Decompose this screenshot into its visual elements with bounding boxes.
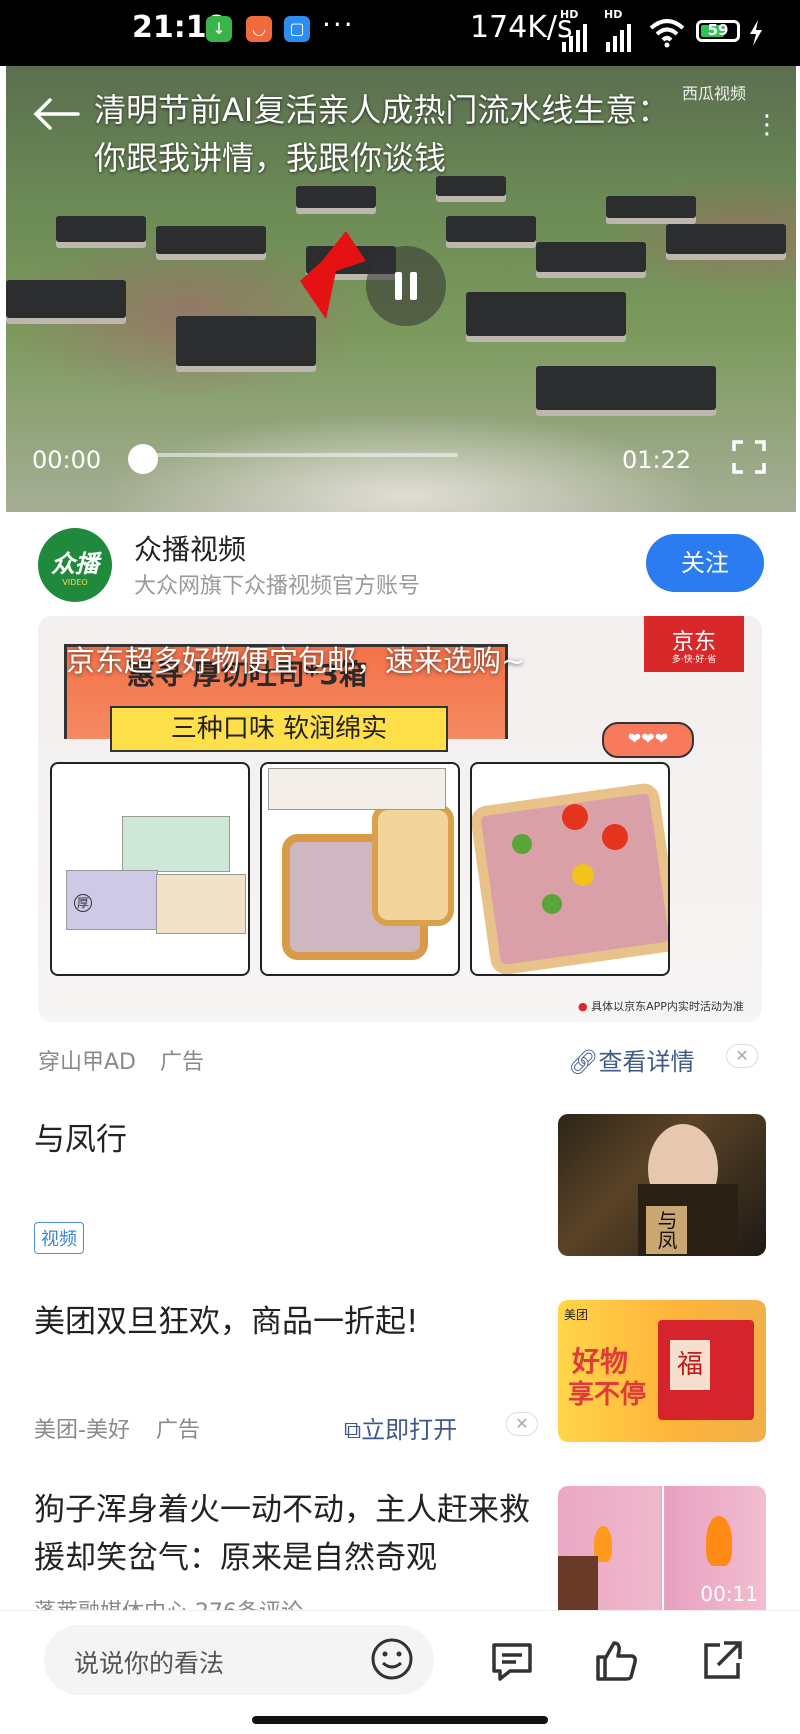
video-watermark: 西瓜视频 <box>682 84 747 103</box>
fullscreen-icon[interactable] <box>732 440 766 474</box>
download-app-icon: ↓ <box>206 16 232 42</box>
ad-label: 广告 <box>160 1050 205 1075</box>
close-ad-button[interactable]: ✕ <box>506 1412 538 1436</box>
link-icon: 🔗︎ <box>568 1048 599 1076</box>
avatar-text: 众播 <box>51 550 99 578</box>
pause-button[interactable] <box>366 246 446 326</box>
thumb-brand: 美团 <box>564 1308 589 1322</box>
video-player[interactable]: 清明节前AI复活亲人成热门流水线生意：你跟我讲情，我跟你谈钱 西瓜视频 ⋮ 00… <box>6 66 796 512</box>
ad-source: 美团-美好 <box>34 1418 130 1443</box>
video-title: 清明节前AI复活亲人成热门流水线生意：你跟我讲情，我跟你谈钱 <box>94 91 670 177</box>
back-arrow-icon[interactable] <box>30 94 80 134</box>
open-icon: ⧉ <box>344 1416 362 1444</box>
thumb-caption: 与凤 <box>646 1206 687 1254</box>
network-speed: 174K/s <box>470 10 573 45</box>
bottom-bar: 说说你的看法 <box>0 1610 800 1734</box>
toast-vegetables-panel <box>470 762 670 976</box>
account-description: 大众网旗下众播视频官方账号 <box>134 574 421 599</box>
comment-icon[interactable] <box>488 1637 536 1685</box>
box-label: 厚 <box>74 894 92 912</box>
thumb-fu: 福 <box>670 1340 710 1390</box>
follow-button[interactable]: 关注 <box>646 534 764 592</box>
avatar-subtext: VIDEO <box>62 578 88 587</box>
duration: 01:22 <box>622 446 692 474</box>
thumb-text-2: 享不停 <box>568 1380 647 1410</box>
shopping-app-icon: ◡ <box>246 16 272 42</box>
red-flag-image <box>300 231 366 319</box>
ad-note: ● 具体以京东APP内实时活动为准 <box>578 1000 744 1013</box>
feed-item-thumbnail[interactable]: 00:11 <box>558 1486 766 1610</box>
open-app-link[interactable]: ⧉立即打开 <box>344 1410 457 1445</box>
share-icon[interactable] <box>698 1637 746 1685</box>
view-details-link[interactable]: 🔗︎查看详情 <box>568 1042 694 1077</box>
comment-input[interactable]: 说说你的看法 <box>44 1625 434 1695</box>
ad-source: 穿山甲AD <box>38 1050 136 1075</box>
feed-item-title[interactable]: 狗子浑身着火一动不动，主人赶来救援却笑岔气：原来是自然奇观 <box>34 1486 544 1582</box>
bread-boxes-panel: 厚 <box>50 762 250 976</box>
jd-logo: 京东 多·快·好·省 <box>644 616 744 672</box>
current-time: 00:00 <box>32 446 102 474</box>
battery-icon: 59 <box>696 20 740 42</box>
battery-level: 59 <box>707 21 729 39</box>
feed-item-thumbnail[interactable]: 美团 好物 享不停 福 <box>558 1300 766 1442</box>
status-bar: 21:19 ↓ ◡ ▢ ··· 174K/s HD HD 59 <box>0 0 800 66</box>
charging-icon <box>750 20 762 46</box>
video-duration: 00:11 <box>700 1582 758 1606</box>
signal-icon-2 <box>606 18 636 52</box>
account-avatar[interactable]: 众播 VIDEO <box>38 528 112 602</box>
bread-slices-panel <box>260 762 460 976</box>
ad-label: 广告 <box>156 1418 201 1443</box>
comment-placeholder: 说说你的看法 <box>74 1649 225 1678</box>
hearts-bubble: ❤❤❤ <box>602 722 694 758</box>
video-tag: 视频 <box>34 1222 84 1254</box>
ad-note-text: 具体以京东APP内实时活动为准 <box>591 1000 744 1013</box>
blue-app-icon: ▢ <box>284 16 310 42</box>
account-name[interactable]: 众播视频 <box>134 528 246 568</box>
ad-banner[interactable]: 惠寻 厚切吐司*3箱 三种口味 软润绵实 京东 多·快·好·省 ❤❤❤ 厚 ● … <box>38 616 762 1022</box>
ad-subline: 三种口味 软润绵实 <box>110 706 448 752</box>
progress-handle[interactable] <box>128 444 158 474</box>
progress-track[interactable] <box>136 453 458 457</box>
home-indicator[interactable] <box>252 1716 548 1724</box>
view-details-label: 查看详情 <box>598 1048 695 1076</box>
ad-overlay-text: 京东超多好物便宜包邮，速来选购~ <box>66 644 526 678</box>
more-options-icon[interactable]: ⋮ <box>754 110 780 140</box>
wifi-icon <box>649 19 685 48</box>
like-icon[interactable] <box>592 1637 640 1685</box>
jd-slogan: 多·快·好·省 <box>671 655 717 665</box>
feed-item-title[interactable]: 与凤行 <box>34 1116 127 1164</box>
feed-item-title[interactable]: 美团双旦狂欢，商品一折起! <box>34 1298 418 1346</box>
emoji-icon[interactable] <box>370 1637 414 1681</box>
feed-item-thumbnail[interactable]: 与凤 <box>558 1114 766 1256</box>
open-app-label: 立即打开 <box>361 1416 458 1444</box>
more-notifications-icon: ··· <box>322 8 355 41</box>
signal-icon-1 <box>562 18 592 52</box>
close-ad-button[interactable]: ✕ <box>726 1044 758 1068</box>
